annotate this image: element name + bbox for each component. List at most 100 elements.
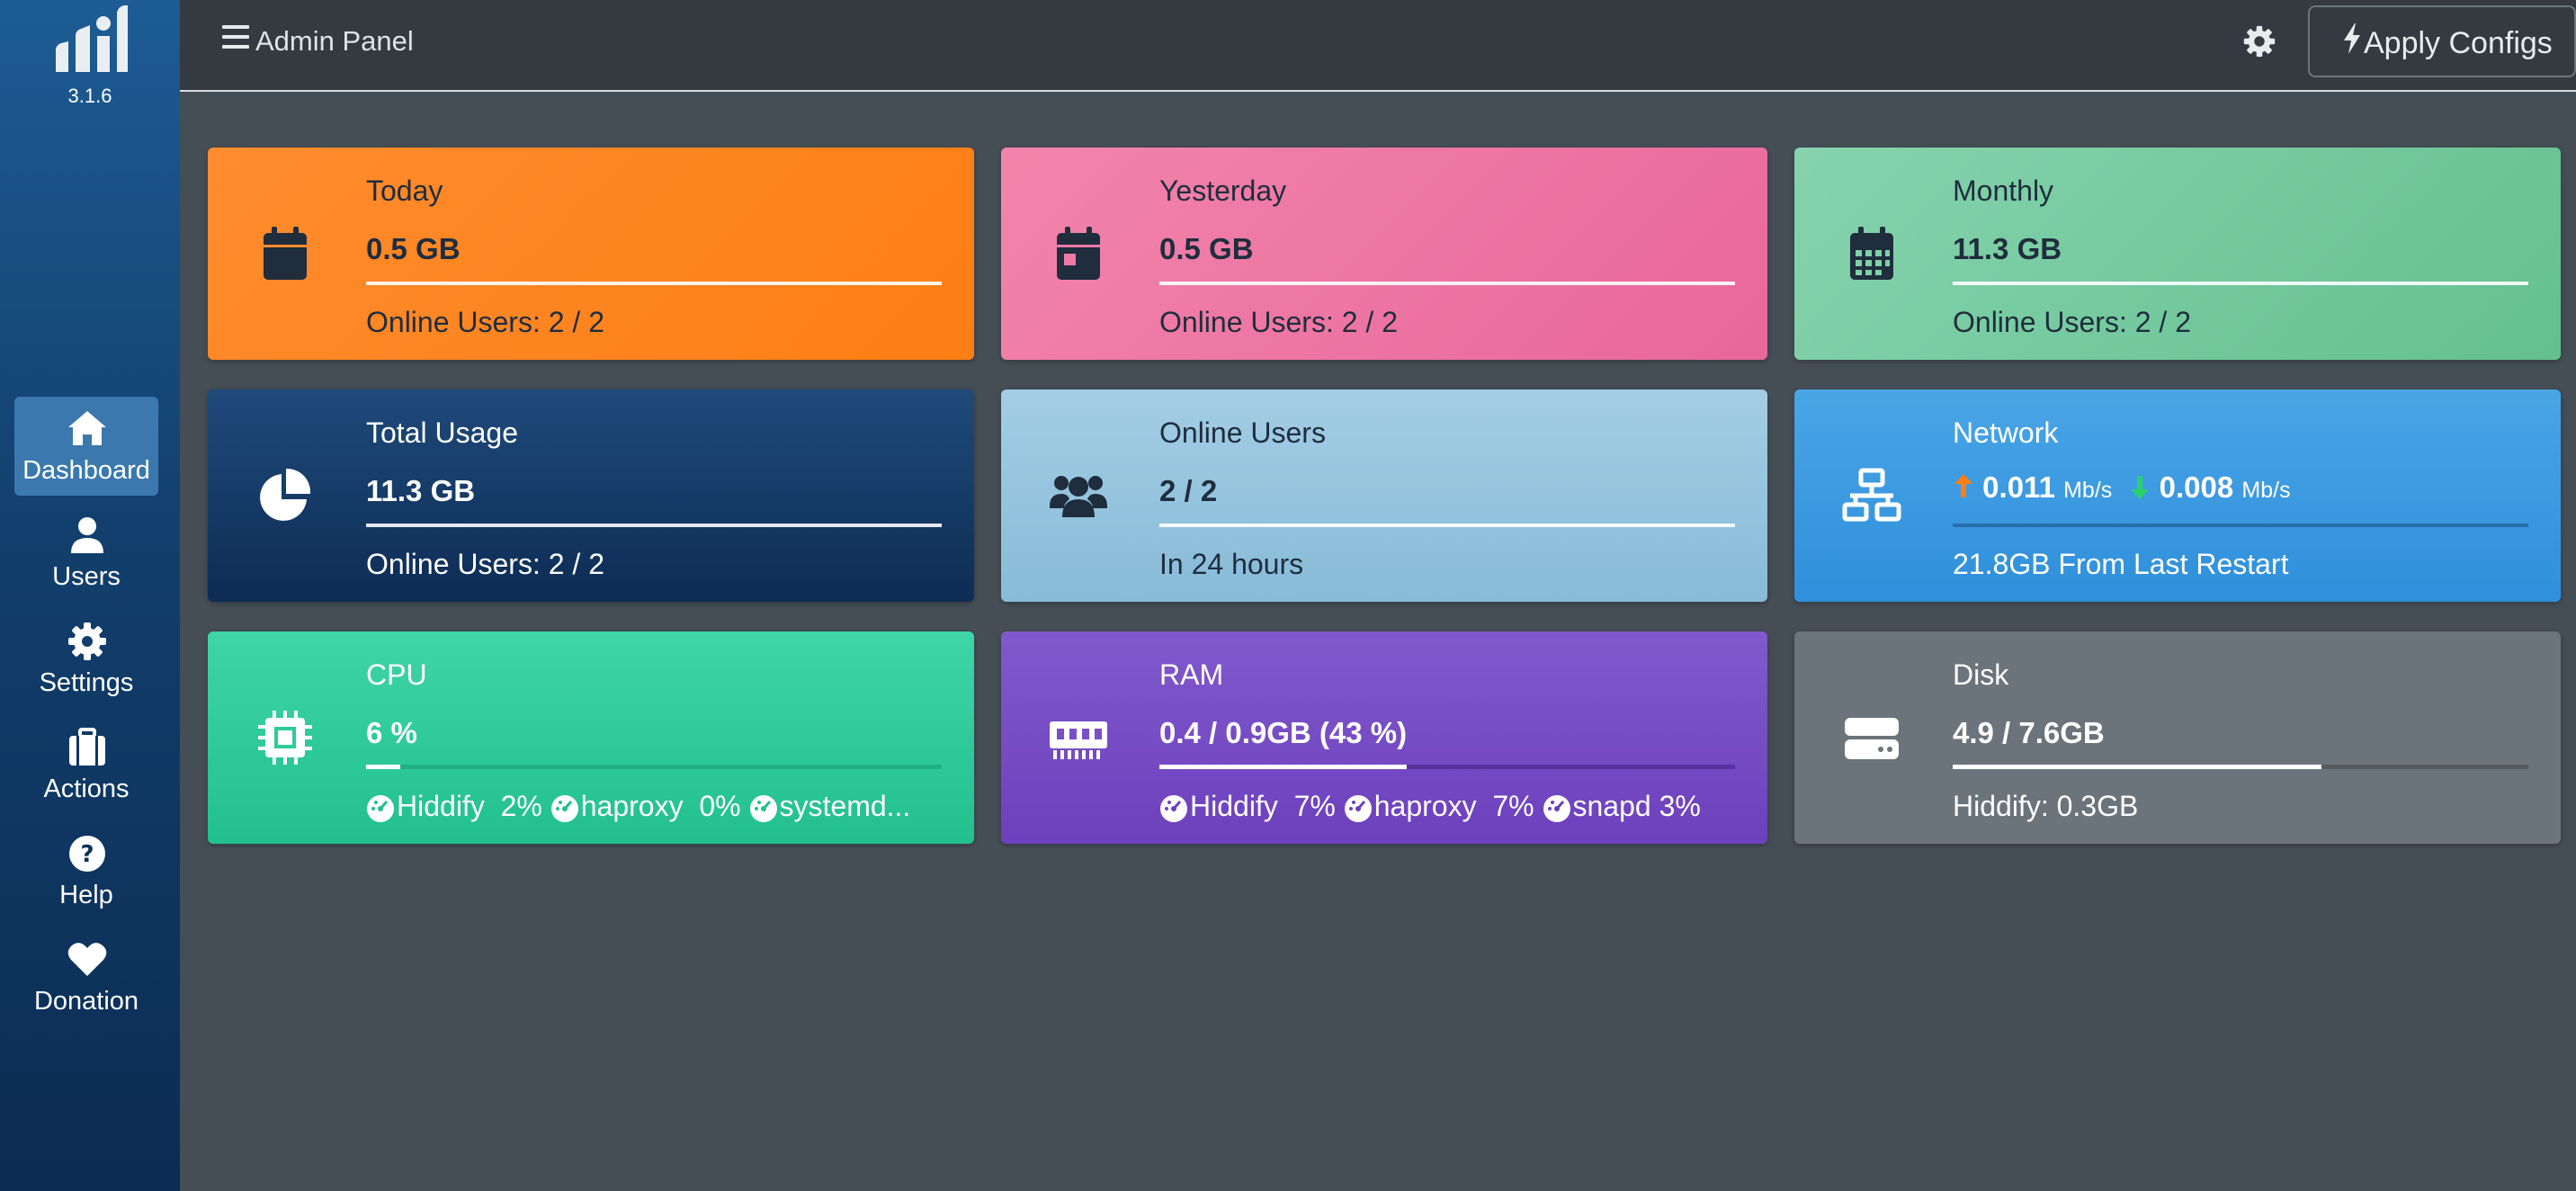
upload-speed-value: 0.011 bbox=[1982, 470, 2055, 504]
page-title: Admin Panel bbox=[255, 25, 414, 57]
theme-toggle-button[interactable] bbox=[2243, 25, 2276, 62]
card-value: 4.9 / 7.6GB bbox=[1953, 716, 2105, 749]
network-icon bbox=[1842, 468, 1901, 522]
heart-icon bbox=[67, 943, 107, 976]
gauge-icon bbox=[1344, 794, 1372, 822]
process-name: haproxy bbox=[580, 790, 684, 822]
pie-chart-icon bbox=[260, 468, 311, 521]
download-speed-unit: Mb/s bbox=[2241, 478, 2291, 503]
process-usage: 7% bbox=[1293, 790, 1336, 822]
card-subtext: In 24 hours bbox=[1159, 548, 1304, 580]
arrow-up-icon bbox=[1954, 474, 1972, 497]
card-cpu[interactable]: CPU 6 % Hiddify 2% haproxy 0% systemd... bbox=[208, 631, 974, 844]
card-value: 11.3 GB bbox=[1953, 232, 2062, 265]
card-label: Today bbox=[366, 175, 443, 207]
card-label: Network bbox=[1953, 416, 2059, 449]
sidebar-item-label: Users bbox=[52, 562, 121, 591]
sidebar-item-users[interactable]: Users bbox=[14, 503, 158, 602]
calendar-day-icon bbox=[1057, 227, 1100, 280]
card-value: 6 % bbox=[366, 716, 417, 749]
card-subtext: Online Users: 2 / 2 bbox=[1953, 306, 2191, 338]
gauge-icon bbox=[367, 794, 394, 822]
cpu-progress-track bbox=[366, 765, 942, 769]
network-speed: 0.011 Mb/s 0.008 Mb/s bbox=[1953, 470, 2291, 505]
card-label: RAM bbox=[1159, 658, 1224, 691]
card-today[interactable]: Today 0.5 GB Online Users: 2 / 2 bbox=[208, 148, 974, 360]
sun-gear-icon bbox=[2243, 25, 2276, 58]
card-divider bbox=[1953, 282, 2528, 285]
user-icon bbox=[71, 517, 103, 553]
cpu-icon bbox=[258, 711, 312, 765]
memory-icon bbox=[1050, 721, 1107, 759]
cpu-process-list: Hiddify 2% haproxy 0% systemd... bbox=[366, 790, 910, 823]
arrow-down-icon bbox=[2131, 476, 2150, 499]
sidebar-item-actions[interactable]: Actions bbox=[14, 715, 158, 814]
process-name: Hiddify bbox=[397, 790, 485, 822]
card-subtext: 21.8GB From Last Restart bbox=[1953, 548, 2289, 580]
card-value: 11.3 GB bbox=[366, 474, 476, 507]
question-circle-icon: ? bbox=[69, 836, 105, 872]
card-label: Online Users bbox=[1159, 416, 1326, 449]
ram-progress-fill bbox=[1159, 765, 1408, 769]
disk-progress-fill bbox=[1953, 765, 2321, 769]
process-name: snapd bbox=[1572, 790, 1651, 822]
card-divider bbox=[1159, 282, 1735, 285]
sidebar-item-help[interactable]: ? Help bbox=[14, 821, 158, 920]
card-total-usage[interactable]: Total Usage 11.3 GB Online Users: 2 / 2 bbox=[208, 390, 974, 602]
gauge-icon bbox=[550, 794, 578, 822]
card-subtext: Online Users: 2 / 2 bbox=[366, 548, 604, 580]
top-header: Admin Panel Apply Configs bbox=[180, 0, 2576, 92]
sidebar-item-label: Dashboard bbox=[22, 456, 150, 485]
sidebar-item-label: Settings bbox=[39, 668, 134, 697]
sidebar-item-label: Help bbox=[59, 881, 113, 909]
card-label: Total Usage bbox=[366, 416, 518, 449]
sidebar: 3.1.6 Dashboard Users Settings Actions ?… bbox=[0, 0, 180, 1191]
process-usage: 0% bbox=[699, 790, 741, 822]
apply-configs-label: Apply Configs bbox=[2364, 26, 2553, 60]
card-ram[interactable]: RAM 0.4 / 0.9GB (43 %) Hiddify 7% haprox… bbox=[1001, 631, 1767, 844]
card-subtext: Online Users: 2 / 2 bbox=[1159, 306, 1398, 338]
card-label: Disk bbox=[1953, 658, 2009, 691]
download-speed-value: 0.008 bbox=[2159, 470, 2234, 504]
card-subtext: Hiddify: 0.3GB bbox=[1953, 790, 2139, 822]
cpu-progress-fill bbox=[366, 765, 401, 769]
sidebar-item-dashboard[interactable]: Dashboard bbox=[14, 397, 158, 496]
card-monthly[interactable]: Monthly 11.3 GB Online Users: 2 / 2 bbox=[1794, 148, 2561, 360]
calendar-month-icon bbox=[1850, 227, 1893, 280]
menu-toggle-icon[interactable] bbox=[222, 25, 249, 52]
gauge-icon bbox=[1160, 794, 1187, 822]
process-usage: 3% bbox=[1659, 790, 1701, 822]
ram-progress-track bbox=[1159, 765, 1735, 769]
disk-progress-track bbox=[1953, 765, 2528, 769]
gauge-icon bbox=[1543, 794, 1570, 822]
card-value: 0.4 / 0.9GB (43 %) bbox=[1159, 716, 1408, 749]
card-divider bbox=[1953, 524, 2528, 527]
process-name: haproxy bbox=[1373, 790, 1477, 822]
gear-icon bbox=[68, 622, 106, 660]
app-logo[interactable]: 3.1.6 bbox=[0, 0, 180, 117]
gauge-icon bbox=[749, 794, 777, 822]
card-yesterday[interactable]: Yesterday 0.5 GB Online Users: 2 / 2 bbox=[1001, 148, 1767, 360]
sidebar-item-label: Donation bbox=[33, 987, 139, 1016]
sidebar-item-label: Actions bbox=[43, 775, 130, 803]
app-version: 3.1.6 bbox=[67, 85, 112, 107]
calendar-icon bbox=[264, 227, 307, 280]
sidebar-item-settings[interactable]: Settings bbox=[14, 609, 158, 708]
briefcase-icon bbox=[69, 728, 105, 766]
card-label: Monthly bbox=[1953, 175, 2054, 207]
card-online-users[interactable]: Online Users 2 / 2 In 24 hours bbox=[1001, 390, 1767, 602]
apply-configs-button[interactable]: Apply Configs bbox=[2308, 5, 2576, 77]
hard-drive-icon bbox=[1845, 718, 1899, 759]
svg-text:?: ? bbox=[80, 841, 94, 868]
logo-icon bbox=[56, 5, 128, 72]
process-name: Hiddify bbox=[1190, 790, 1278, 822]
card-divider bbox=[1159, 524, 1735, 527]
card-subtext: Online Users: 2 / 2 bbox=[366, 306, 604, 338]
card-label: CPU bbox=[366, 658, 427, 691]
card-network[interactable]: Network 0.011 Mb/s 0.008 Mb/s 21.8GB Fro… bbox=[1794, 390, 2561, 602]
users-icon bbox=[1050, 476, 1107, 517]
card-disk[interactable]: Disk 4.9 / 7.6GB Hiddify: 0.3GB bbox=[1794, 631, 2561, 844]
sidebar-item-donation[interactable]: Donation bbox=[14, 927, 158, 1026]
process-name: systemd... bbox=[779, 790, 911, 822]
bolt-icon bbox=[2344, 23, 2360, 54]
